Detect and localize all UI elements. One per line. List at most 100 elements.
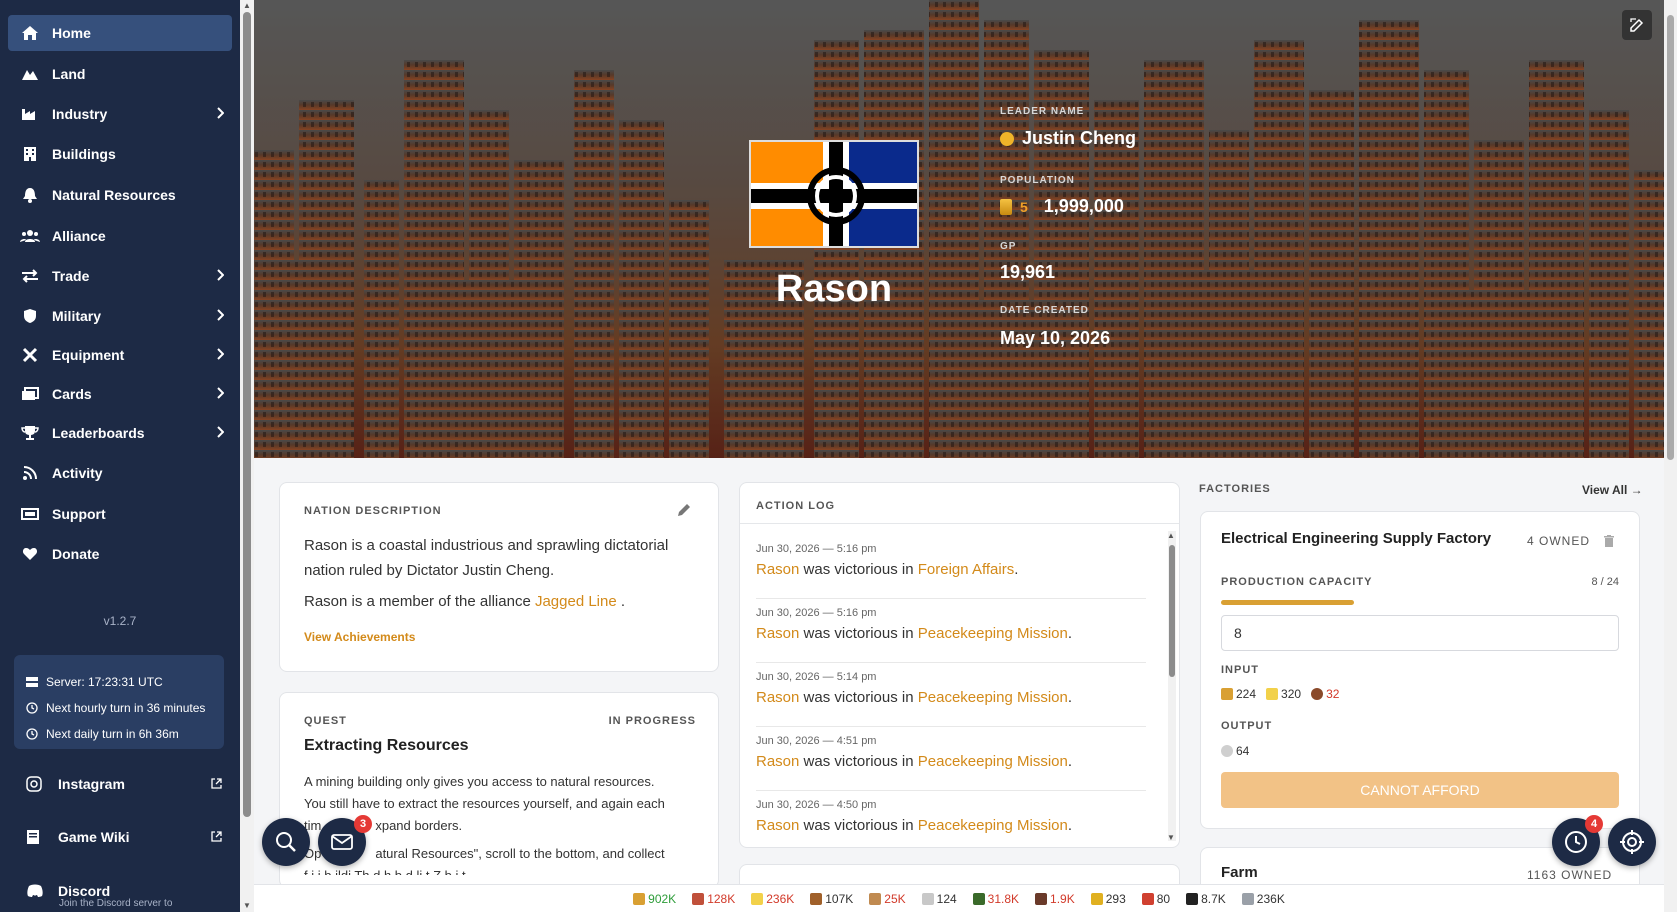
population-rank-icon [1000, 198, 1012, 215]
log-verb: was victorious in [803, 689, 914, 706]
right-scrollbar-thumb[interactable] [1667, 15, 1674, 460]
sidebar-item-natural-resources[interactable]: Natural Resources [8, 177, 232, 213]
log-actor-link[interactable]: Rason [756, 561, 799, 578]
page-scrollbar-thumb[interactable] [243, 12, 251, 817]
population-label: POPULATION [1000, 175, 1075, 186]
resource-item[interactable]: 1.9K [1035, 892, 1075, 906]
gold-icon [633, 892, 646, 905]
scroll-up-icon[interactable]: ▲ [1167, 531, 1175, 540]
pencil-icon[interactable] [677, 503, 691, 522]
log-event-link[interactable]: Peacekeeping Mission [918, 817, 1068, 834]
sidebar-item-activity[interactable]: Activity [8, 455, 232, 491]
resource-item[interactable]: 236K [1241, 891, 1285, 906]
lightning-icon [1266, 688, 1279, 700]
resource-item[interactable]: 124 [921, 891, 957, 906]
sidebar-item-land[interactable]: Land [8, 56, 232, 92]
resource-item[interactable]: 236K [751, 892, 794, 906]
sidebar-item-equipment[interactable]: Equipment [8, 337, 232, 373]
alliance-link[interactable]: Jagged Line [535, 593, 617, 610]
discord-label: Discord [58, 883, 111, 899]
edit-nation-button[interactable] [1622, 10, 1652, 40]
resource-item[interactable]: 25K [869, 892, 906, 906]
chevron-right-icon [216, 347, 225, 363]
game-wiki-link[interactable]: Game Wiki [26, 829, 222, 845]
log-verb: was victorious in [803, 625, 914, 642]
factory-owned: 4 OWNED [1527, 534, 1591, 548]
discord-icon [26, 884, 44, 898]
gold-icon [1221, 688, 1233, 700]
bread-icon [869, 892, 882, 905]
server-icon [26, 676, 38, 687]
production-quantity-input[interactable]: 8 [1221, 615, 1619, 651]
sidebar-item-military[interactable]: Military [8, 298, 232, 334]
sidebar-item-industry[interactable]: Industry [8, 96, 232, 132]
log-date: Jun 30, 2026 — 4:51 pm [756, 735, 877, 747]
action-log-card: ACTION LOG Jun 30, 2026 — 5:16 pm Rason … [739, 482, 1180, 848]
trash-icon[interactable] [1604, 534, 1614, 552]
game-wiki-label: Game Wiki [58, 829, 130, 845]
scroll-down-icon[interactable]: ▼ [1167, 833, 1175, 842]
log-scrollbar-thumb[interactable] [1169, 545, 1175, 677]
capacity-bar-track [1221, 600, 1619, 605]
log-event-link[interactable]: Peacekeeping Mission [918, 625, 1068, 642]
resource-item[interactable]: 293 [1090, 892, 1126, 906]
target-icon [1620, 830, 1644, 854]
instagram-link[interactable]: Instagram [26, 776, 222, 792]
sidebar-item-home[interactable]: Home [8, 15, 232, 51]
settings-target-button[interactable] [1608, 818, 1656, 866]
resource-item[interactable]: 31.8K [972, 892, 1019, 906]
mail-badge: 3 [354, 815, 372, 833]
sidebar-item-donate[interactable]: Donate [8, 536, 232, 572]
search-button[interactable] [262, 818, 310, 866]
sidebar-item-label: Alliance [52, 228, 106, 244]
resource-value: 236K [1256, 891, 1285, 906]
log-entry: Jun 30, 2026 — 4:50 pm Rason was victori… [756, 791, 1146, 847]
cannot-afford-button[interactable]: CANNOT AFFORD [1221, 772, 1619, 808]
scroll-down-icon[interactable]: ▼ [243, 902, 251, 910]
clock-badge: 4 [1585, 815, 1603, 833]
home-icon [20, 23, 40, 43]
quest-line-end: xpand borders. [375, 818, 463, 833]
log-actor-link[interactable]: Rason [756, 753, 799, 770]
log-entry: Jun 30, 2026 — 5:14 pm Rason was victori… [756, 663, 1146, 727]
nation-description-title: NATION DESCRIPTION [304, 505, 442, 517]
date-created-label: DATE CREATED [1000, 305, 1089, 316]
resource-item[interactable]: 107K [810, 892, 853, 906]
instagram-icon [26, 776, 44, 792]
city-skyline-illustration [254, 0, 1664, 458]
trophy-icon [20, 423, 40, 443]
scroll-up-icon[interactable]: ▲ [243, 2, 251, 10]
sidebar-item-leaderboards[interactable]: Leaderboards [8, 415, 232, 451]
gp-value: 19,961 [1000, 262, 1056, 282]
alliance-icon [20, 226, 40, 246]
sidebar-item-alliance[interactable]: Alliance [8, 218, 232, 254]
resource-item[interactable]: 128K [692, 892, 735, 906]
resource-value: 128K [707, 891, 736, 906]
log-event-link[interactable]: Peacekeeping Mission [918, 753, 1068, 770]
hourly-turn-text: Next hourly turn in 36 minutes [46, 701, 206, 715]
log-event-link[interactable]: Foreign Affairs [918, 561, 1014, 578]
factory-name: Electrical Engineering Supply Factory [1221, 530, 1492, 547]
sidebar-item-support[interactable]: Support [8, 496, 232, 532]
view-all-factories-link[interactable]: View All → [1582, 483, 1643, 497]
sidebar-item-buildings[interactable]: Buildings [8, 136, 232, 172]
resource-value: 124 [936, 891, 957, 906]
log-event-link[interactable]: Peacekeeping Mission [918, 689, 1068, 706]
log-actor-link[interactable]: Rason [756, 689, 799, 706]
shield-icon [20, 306, 40, 326]
natural-resources-icon [20, 185, 40, 205]
gp-label: GP [1000, 241, 1017, 252]
log-actor-link[interactable]: Rason [756, 817, 799, 834]
resource-item[interactable]: 902K [633, 892, 676, 906]
sidebar-item-cards[interactable]: Cards [8, 376, 232, 412]
view-achievements-link[interactable]: View Achievements [304, 630, 415, 644]
resource-item[interactable]: 80 [1141, 892, 1170, 906]
log-actor-link[interactable]: Rason [756, 625, 799, 642]
edit-icon [1630, 18, 1644, 32]
sidebar-item-trade[interactable]: Trade [8, 258, 232, 294]
daily-turn-text: Next daily turn in 6h 36m [46, 727, 179, 741]
discord-link[interactable]: Discord [26, 883, 222, 899]
nation-name: Rason [775, 268, 893, 310]
resource-value: 107K [825, 891, 854, 906]
resource-item[interactable]: 8.7K [1186, 892, 1226, 906]
